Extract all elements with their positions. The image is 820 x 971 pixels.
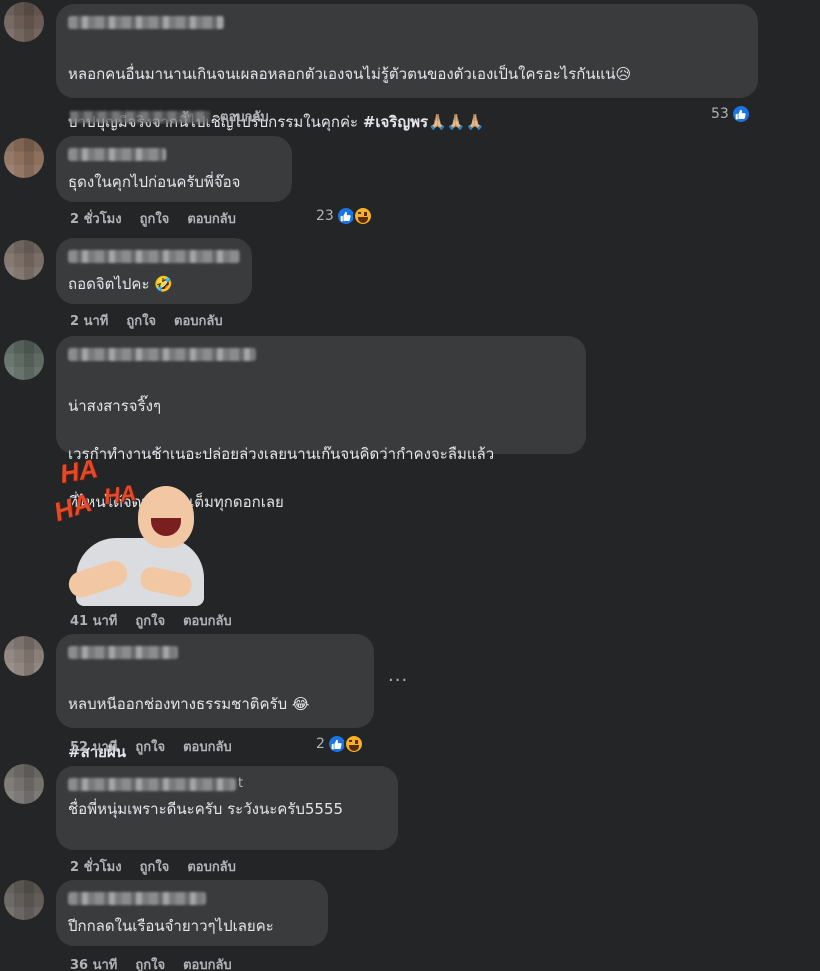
commenter-name-fragment: t — [238, 776, 244, 791]
comment-time[interactable]: 2 นาที — [70, 310, 108, 331]
avatar[interactable] — [4, 2, 44, 42]
comment-bubble: ถอดจิตไปคะ 🤣 — [56, 238, 252, 304]
commenter-name-blurred[interactable] — [68, 348, 256, 361]
avatar[interactable] — [4, 240, 44, 280]
rofl-emoji: 🤣 — [154, 275, 173, 293]
reaction-count: 53 — [711, 106, 729, 122]
avatar[interactable] — [4, 764, 44, 804]
like-button[interactable]: ถูกใจ — [135, 954, 165, 971]
comment-text: ธุดงในคุกไปก่อนครับพี่จ๊อจ — [68, 173, 241, 191]
reply-button[interactable]: ตอบกลับ — [183, 736, 232, 757]
time-blurred — [70, 110, 210, 123]
reaction-count: 23 — [316, 208, 334, 224]
comment-time[interactable]: 2 ชั่วโมง — [70, 208, 122, 229]
comment-bubble: t ชื่อพี่หนุ่มเพราะดีนะครับ ระวังนะครับ5… — [56, 766, 398, 850]
avatar[interactable] — [4, 138, 44, 178]
like-button[interactable]: ถูกใจ — [140, 208, 170, 229]
comment-bubble: น่าสงสารจริ๊งๆ เวรกำทำงานช้าเนอะปล่อยล่ว… — [56, 336, 586, 511]
comment-time[interactable]: 2 ชั่วโมง — [70, 856, 122, 877]
comment-actions: 2 ชั่วโมง ถูกใจ ตอบกลับ — [70, 856, 236, 877]
comment-thread: หลอกคนอื่นมานานเกินจนเผลอหลอกตัวเองจนไม่… — [0, 0, 820, 971]
commenter-name-blurred[interactable] — [68, 778, 236, 791]
haha-reaction-icon — [352, 206, 373, 226]
reply-button[interactable]: ตอบกลับ — [183, 954, 232, 971]
comment-text: ปีกกลดในเรือนจำยาวๆไปเลยคะ — [68, 917, 274, 935]
comment-actions: ตอบกลับ — [70, 106, 269, 127]
comment-time[interactable]: 36 นาที — [70, 954, 117, 971]
comment-actions: 36 นาที ถูกใจ ตอบกลับ — [70, 954, 232, 971]
like-button[interactable]: ถูกใจ — [126, 310, 156, 331]
comment-bubble: หลบหนีออกช่องทางธรรมชาติครับ 😂 #สายฝัน — [56, 634, 374, 761]
hashtag[interactable]: #เจริญพร — [363, 113, 428, 131]
avatar[interactable] — [4, 880, 44, 920]
comment-bubble: ธุดงในคุกไปก่อนครับพี่จ๊อจ — [56, 136, 292, 202]
commenter-name-blurred[interactable] — [68, 148, 166, 161]
like-button[interactable]: ถูกใจ — [135, 736, 165, 757]
laughing-sticker[interactable]: HA HA HA — [50, 453, 206, 606]
comment-text: ถอดจิตไปคะ 🤣 — [68, 275, 173, 293]
reaction-summary[interactable]: 53 — [711, 104, 751, 124]
reaction-summary[interactable]: 23 — [316, 206, 373, 226]
comment-actions: 2 นาที ถูกใจ ตอบกลับ — [70, 310, 223, 331]
comment-bubble: ปีกกลดในเรือนจำยาวๆไปเลยคะ — [56, 880, 328, 946]
like-reaction-icon — [730, 104, 751, 124]
commenter-name-blurred[interactable] — [68, 250, 240, 263]
reaction-count: 2 — [316, 736, 325, 752]
like-button[interactable]: ถูกใจ — [140, 856, 170, 877]
comment-bubble: หลอกคนอื่นมานานเกินจนเผลอหลอกตัวเองจนไม่… — [56, 4, 758, 131]
reply-button[interactable]: ตอบกลับ — [183, 610, 232, 631]
reply-button[interactable]: ตอบกลับ — [187, 208, 236, 229]
comment-time[interactable]: 52 นาที — [70, 736, 117, 757]
comment-actions: 52 นาที ถูกใจ ตอบกลับ — [70, 736, 232, 757]
avatar[interactable] — [4, 340, 44, 380]
comment-actions: 41 นาที ถูกใจ ตอบกลับ — [70, 610, 232, 631]
comment-text: ชื่อพี่หนุ่มเพราะดีนะครับ ระวังนะครับ555… — [68, 800, 344, 818]
commenter-name-blurred[interactable] — [68, 892, 206, 905]
reaction-summary[interactable]: 2 — [316, 734, 364, 754]
more-options-icon[interactable]: ··· — [388, 670, 408, 691]
reply-button[interactable]: ตอบกลับ — [220, 106, 269, 127]
comment-time[interactable]: 41 นาที — [70, 610, 117, 631]
commenter-name-blurred[interactable] — [68, 16, 224, 29]
haha-reaction-icon — [343, 734, 364, 754]
commenter-name-blurred[interactable] — [68, 646, 178, 659]
comment-actions: 2 ชั่วโมง ถูกใจ ตอบกลับ — [70, 208, 236, 229]
avatar[interactable] — [4, 636, 44, 676]
tears-of-joy-emoji: 😂 — [291, 695, 310, 713]
reply-button[interactable]: ตอบกลับ — [174, 310, 223, 331]
reply-button[interactable]: ตอบกลับ — [187, 856, 236, 877]
like-button[interactable]: ถูกใจ — [135, 610, 165, 631]
